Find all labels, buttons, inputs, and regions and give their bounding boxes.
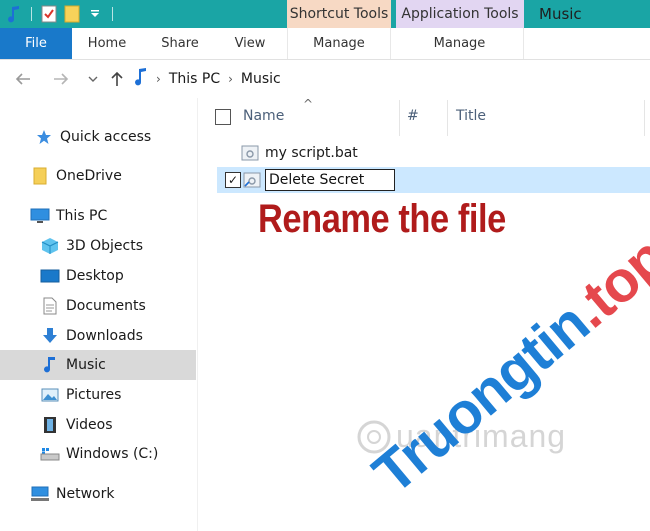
column-divider[interactable] bbox=[644, 100, 645, 136]
nav-label: 3D Objects bbox=[66, 238, 144, 254]
breadcrumb-separator-icon: › bbox=[156, 72, 161, 86]
qat-separator bbox=[31, 7, 32, 21]
nav-label: Desktop bbox=[66, 268, 124, 284]
recent-locations-chevron-icon[interactable] bbox=[82, 68, 104, 90]
nav-item-3d-objects[interactable]: 3D Objects bbox=[0, 231, 196, 261]
monitor-icon bbox=[30, 206, 50, 226]
breadcrumb-this-pc[interactable]: This PC bbox=[169, 71, 220, 87]
customize-toolbar-icon[interactable] bbox=[85, 4, 105, 24]
navigation-pane: Quick access OneDrive This PC 3D Objects… bbox=[0, 98, 198, 531]
desktop-icon bbox=[40, 266, 60, 286]
nav-item-windows-c[interactable]: Windows (C:) bbox=[0, 439, 196, 469]
nav-label: Music bbox=[66, 357, 106, 373]
window-title: Music bbox=[539, 5, 582, 23]
music-app-icon bbox=[4, 4, 24, 24]
tab-manage-application[interactable]: Manage bbox=[396, 28, 524, 59]
nav-label: Windows (C:) bbox=[66, 446, 159, 462]
drive-icon bbox=[40, 444, 60, 464]
title-bar: Shortcut Tools Application Tools Music bbox=[0, 0, 650, 28]
nav-label: Pictures bbox=[66, 387, 122, 403]
up-arrow-icon[interactable] bbox=[106, 68, 128, 90]
breadcrumb-separator-icon: › bbox=[228, 72, 233, 86]
tab-view[interactable]: View bbox=[218, 28, 282, 59]
nav-item-onedrive[interactable]: OneDrive bbox=[0, 161, 196, 191]
download-icon bbox=[40, 326, 60, 346]
music-note-icon bbox=[40, 355, 60, 375]
properties-icon[interactable] bbox=[39, 4, 59, 24]
column-divider[interactable] bbox=[447, 100, 448, 136]
file-row-selected[interactable]: ✓ bbox=[217, 167, 650, 193]
cube-icon bbox=[40, 236, 60, 256]
rename-input[interactable] bbox=[265, 169, 395, 191]
nav-item-pictures[interactable]: Pictures bbox=[0, 380, 196, 410]
column-name[interactable]: Name bbox=[243, 108, 284, 124]
application-tools-tab[interactable]: Application Tools bbox=[396, 0, 524, 28]
file-name: my script.bat bbox=[265, 145, 358, 161]
forward-arrow-icon[interactable] bbox=[50, 68, 72, 90]
qat-separator bbox=[112, 7, 113, 21]
address-bar: › This PC › Music bbox=[0, 60, 650, 98]
nav-item-desktop[interactable]: Desktop bbox=[0, 261, 196, 291]
shortcut-file-icon bbox=[243, 171, 261, 189]
film-icon bbox=[40, 415, 60, 435]
nav-label: Quick access bbox=[60, 129, 152, 145]
column-divider[interactable] bbox=[399, 100, 400, 136]
shortcut-tools-tab[interactable]: Shortcut Tools bbox=[287, 0, 391, 28]
quick-access-toolbar bbox=[0, 0, 117, 28]
document-icon bbox=[40, 296, 60, 316]
ribbon-tabs: File Home Share View Manage Manage bbox=[0, 28, 650, 60]
tab-manage-shortcut[interactable]: Manage bbox=[287, 28, 391, 59]
nav-label: Videos bbox=[66, 417, 113, 433]
tab-home[interactable]: Home bbox=[72, 28, 142, 59]
new-folder-icon[interactable] bbox=[62, 4, 82, 24]
column-header: ^ Name # Title bbox=[205, 97, 650, 138]
folder-icon bbox=[30, 166, 50, 186]
breadcrumb-music[interactable]: Music bbox=[241, 71, 281, 87]
batch-file-icon bbox=[241, 144, 259, 162]
select-all-checkbox[interactable] bbox=[215, 109, 231, 125]
nav-label: Downloads bbox=[66, 328, 143, 344]
nav-label: Documents bbox=[66, 298, 146, 314]
column-title[interactable]: Title bbox=[456, 108, 486, 124]
tab-file[interactable]: File bbox=[0, 28, 72, 59]
network-icon bbox=[30, 484, 50, 504]
nav-label: OneDrive bbox=[56, 168, 122, 184]
music-folder-icon bbox=[134, 67, 148, 91]
rename-annotation: Rename the file bbox=[258, 197, 506, 241]
tab-share[interactable]: Share bbox=[142, 28, 218, 59]
back-arrow-icon[interactable] bbox=[12, 68, 34, 90]
nav-label: This PC bbox=[56, 208, 108, 224]
nav-item-quick-access[interactable]: Quick access bbox=[0, 122, 196, 152]
sort-ascending-icon: ^ bbox=[303, 97, 314, 111]
nav-item-network[interactable]: Network bbox=[0, 479, 196, 509]
column-number[interactable]: # bbox=[407, 108, 419, 124]
nav-item-videos[interactable]: Videos bbox=[0, 410, 196, 440]
nav-label: Network bbox=[56, 486, 115, 502]
star-icon bbox=[34, 127, 54, 147]
nav-item-downloads[interactable]: Downloads bbox=[0, 321, 196, 351]
nav-item-documents[interactable]: Documents bbox=[0, 291, 196, 321]
row-checkbox-checked-icon[interactable]: ✓ bbox=[225, 172, 241, 188]
nav-item-this-pc[interactable]: This PC bbox=[0, 201, 196, 231]
breadcrumb: › This PC › Music bbox=[134, 64, 281, 94]
file-row[interactable]: my script.bat bbox=[217, 140, 650, 166]
nav-item-music[interactable]: Music bbox=[0, 350, 196, 380]
pictures-icon bbox=[40, 385, 60, 405]
